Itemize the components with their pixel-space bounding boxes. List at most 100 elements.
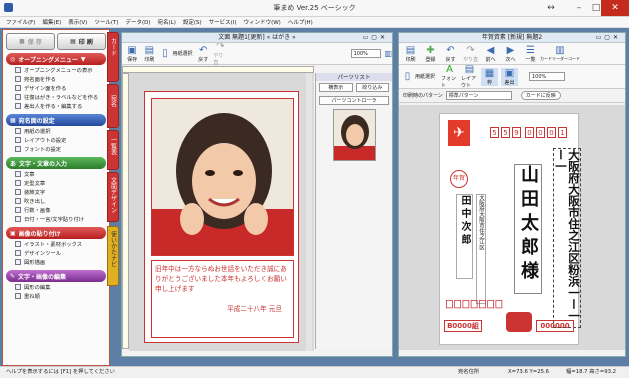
section-opening[interactable]: ◎ オープニングメニュー ▼ (6, 53, 106, 65)
addr-font-button[interactable]: A フォント (441, 64, 458, 89)
address-window-controls[interactable]: ▭▢✕ (596, 33, 621, 43)
design-save-button[interactable]: ▣ 保存 (125, 45, 139, 63)
layout-icon: ▤ (464, 64, 475, 75)
menu-file[interactable]: ファイル(F) (6, 18, 35, 26)
design-icon (15, 84, 21, 91)
status-size: 幅=18.7 高さ=93.2 (566, 369, 617, 375)
section-edit[interactable]: ✎ 文字・画像の編集 (6, 270, 106, 282)
list-item[interactable]: 文章 (6, 169, 106, 178)
menu-service[interactable]: サービス(I) (209, 18, 237, 26)
list-item[interactable]: イラスト・素材ボックス (6, 239, 106, 248)
child-photo[interactable] (151, 98, 294, 256)
addr-frame-button[interactable]: ▦ 枠 (481, 67, 498, 86)
save-button[interactable]: ■ 保 存 (6, 33, 55, 50)
section-address-settings[interactable]: ▦ 宛名面の設定 (6, 114, 106, 126)
address-window-titlebar: 年賀資素 [新規] 無題2 ▭▢✕ (399, 33, 625, 43)
addr-sender-button[interactable]: ▣ 差出 (501, 67, 518, 86)
reflect-to-card-button[interactable]: カードに反映 (520, 91, 561, 100)
menu-tools[interactable]: ツール(T) (94, 18, 118, 26)
list-item[interactable]: レイアウトの設定 (6, 135, 106, 144)
font-icon (15, 145, 21, 152)
parts-panel: パーツリスト 横表示 絞り込み パーツコントローラ (315, 73, 392, 349)
list-item[interactable]: 日付・一言/文字貼り付け (6, 214, 106, 223)
list-item[interactable]: 図形の編集 (6, 282, 106, 291)
addr-next-button[interactable]: ▶ 次へ (502, 45, 519, 63)
list-item[interactable]: フォントの設定 (6, 144, 106, 153)
menu-window[interactable]: ウィンドウ(W) (244, 18, 281, 26)
design-print-button[interactable]: ▤ 印刷 (142, 45, 156, 63)
address-window-title: 年賀資素 [新規] 無題2 (481, 34, 543, 41)
menu-settings[interactable]: 設定(S) (183, 18, 202, 26)
title-bar: 筆まめ Ver.25 ベーシック ↔ – □ ✕ (0, 0, 629, 17)
close-button[interactable]: ✕ (601, 0, 629, 16)
list-item[interactable]: 往復はがき・ラベルなどを作る (6, 92, 106, 101)
list-item[interactable]: 行数・画像 (6, 205, 106, 214)
list-item[interactable]: オープニングメニューの表示 (6, 65, 106, 74)
tab-help-navi[interactable]: 使いかたナビ (107, 226, 119, 286)
addr-print-button[interactable]: ▤ 印刷 (402, 45, 419, 63)
addr-undo-button[interactable]: ↶ 戻す (442, 45, 459, 63)
greeting-box[interactable]: 旧年中は一方ならぬお世話をいただき誠にありがとうございました本年もよろしくお願い… (151, 260, 294, 338)
label-icon (15, 93, 21, 100)
list-item[interactable]: 吹き出し (6, 196, 106, 205)
tab-card[interactable]: カード (107, 32, 119, 82)
addr-list-button[interactable]: ☰ 一覧 (522, 45, 539, 63)
design-undo-button[interactable]: ↶ 戻す (196, 45, 210, 63)
section-image-paste[interactable]: ▣ 画像の貼り付け (6, 227, 106, 239)
parts-horizontal-button[interactable]: 横表示 (319, 83, 353, 92)
disk-icon: ■ (19, 38, 25, 45)
status-coords: X=73.6 Y=25.6 (508, 369, 550, 375)
list-item[interactable]: 宛名面を作る (6, 74, 106, 83)
print-button[interactable]: ▤ 印 刷 (57, 33, 106, 50)
section-text-input[interactable]: あ文字・文章の入力 (6, 157, 106, 169)
frame-icon[interactable]: ▥ (384, 49, 392, 58)
design-window-controls[interactable]: ▭▢✕ (363, 33, 388, 43)
menu-edit[interactable]: 編集(E) (42, 18, 61, 26)
template-text-icon (15, 179, 21, 186)
menu-view[interactable]: 表示(V) (68, 18, 87, 26)
addr-register-button[interactable]: ✚ 登録 (422, 45, 439, 63)
addr-paper-select-button[interactable]: ▯ 用紙選択 (402, 71, 438, 82)
design-redo-button[interactable]: ↷ やり直 (213, 41, 227, 66)
addr-cardreader-button[interactable]: ▥ カードリーダーコード (540, 45, 580, 62)
address-toolbar: ▤ 印刷 ✚ 登録 ↶ 戻す ↷ やり直 ◀ 前へ ▶ 次へ ☰ 一覧 ▥ カードリーダーコード (399, 43, 625, 65)
side-tabs: カード 宛名 一覧表 文面デザイン 使いかたナビ (107, 32, 119, 286)
tab-address[interactable]: 宛名 (107, 84, 119, 128)
photo-illustration (152, 99, 293, 255)
design-window: 文面 無題1[更新] « はがき » ▭▢✕ ▣ 保存 ▤ 印刷 ▯ 用紙選択 ↶ 戻す… (121, 32, 393, 357)
list-item[interactable]: 差出人を作る・編集する (6, 101, 106, 110)
list-item[interactable]: 図形描画 (6, 257, 106, 266)
shape-edit-icon (15, 283, 21, 290)
addr-redo-button[interactable]: ↷ やり直 (462, 45, 479, 63)
tab-design[interactable]: 文面デザイン (107, 172, 119, 222)
list-item[interactable]: デザイン面を作る (6, 83, 106, 92)
addr-layout-button[interactable]: ▤ レイアウト (461, 64, 478, 89)
pattern-select[interactable]: 標準パターン (445, 91, 512, 100)
address-icon (15, 75, 21, 82)
addr-zoom-select[interactable]: 100% (529, 72, 565, 81)
design-zoom-select[interactable]: 100% (350, 49, 382, 58)
recipient-address[interactable]: 大阪府大阪市住之江区粉浜一ー一ー一 (553, 148, 581, 328)
design-scrollbar[interactable] (306, 73, 312, 351)
postal-code[interactable]: 559 0001 (490, 127, 567, 138)
list-item[interactable]: 装飾文字 (6, 187, 106, 196)
list-item[interactable]: デザインツール (6, 248, 106, 257)
pattern-label: 印刷時のパターン (403, 93, 443, 99)
list-item[interactable]: 定型文章 (6, 178, 106, 187)
addr-prev-button[interactable]: ◀ 前へ (482, 45, 499, 63)
parts-controller-button[interactable]: パーツコントローラ (319, 96, 389, 105)
menu-address[interactable]: 宛名(L) (158, 18, 176, 26)
design-paper-select-button[interactable]: ▯ 用紙選択 (160, 48, 194, 59)
sender-address[interactable]: 大阪府大阪市住之江区 (476, 194, 486, 304)
undo-icon: ↶ (199, 44, 208, 56)
parts-thumbnail[interactable] (332, 109, 376, 161)
list-item[interactable]: 用紙の選択 (6, 126, 106, 135)
parts-filter-button[interactable]: 絞り込み (355, 83, 389, 92)
recipient-name[interactable]: 山田太郎様 (514, 164, 542, 294)
menu-data[interactable]: データ(D) (125, 18, 150, 26)
tab-list[interactable]: 一覧表 (107, 130, 119, 170)
sender-name[interactable]: 田中次郎 (456, 194, 473, 279)
menu-help[interactable]: ヘルプ(H) (288, 18, 313, 26)
list-item[interactable]: 重ね順 (6, 291, 106, 300)
restore-icon[interactable]: ↔ (537, 0, 565, 16)
